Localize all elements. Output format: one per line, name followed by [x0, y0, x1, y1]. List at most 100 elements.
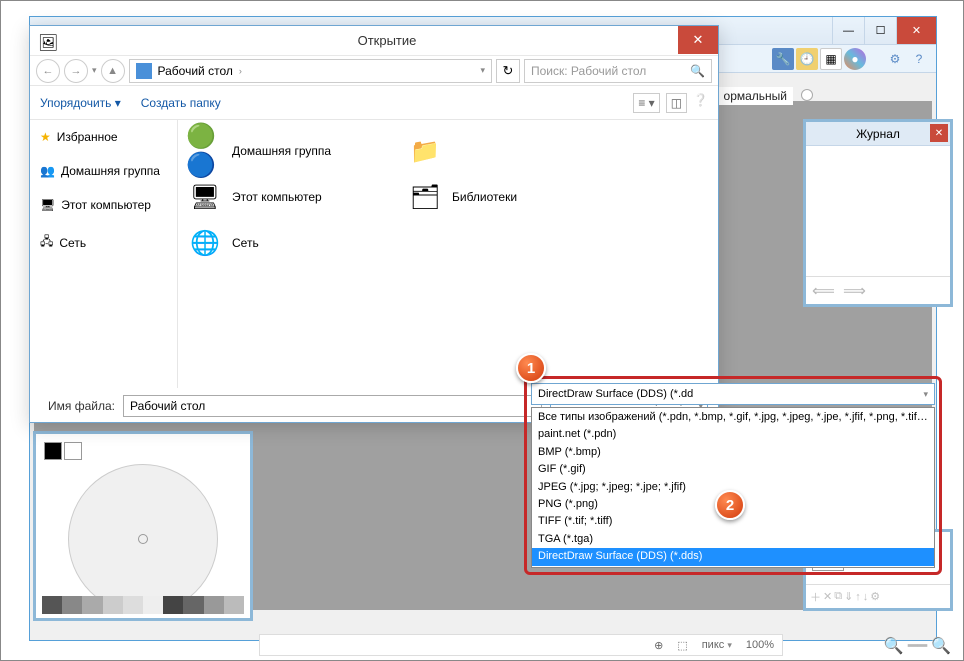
preview-pane-button[interactable]: ◫ [666, 93, 687, 113]
breadcrumb-chev[interactable]: › [239, 66, 242, 76]
history-close-button[interactable]: ✕ [930, 124, 948, 142]
dialog-titlebar: 🖼 Открытие ✕ [30, 26, 718, 56]
desktop-icon [136, 63, 152, 79]
duplicate-layer-icon[interactable]: ⧉ [834, 590, 842, 603]
dialog-body: ★Избранное 👥Домашняя группа 🖥Этот компью… [30, 120, 718, 388]
history-panel: Журнал ✕ ⟸ ⟹ [803, 119, 953, 307]
color-wheel[interactable] [68, 464, 218, 614]
palette-row[interactable] [42, 596, 244, 614]
dialog-title: Открытие [56, 33, 718, 48]
dialog-help-icon[interactable]: ❔ [693, 93, 708, 113]
settings-icon[interactable]: ⚙ [884, 48, 906, 70]
colors-icon[interactable]: ● [844, 48, 866, 70]
help-icon[interactable]: ? [908, 48, 930, 70]
item-libraries[interactable]: 🗂Библиотеки [406, 176, 606, 218]
filename-label: Имя файла: [48, 399, 115, 413]
item-computer[interactable]: 🖥Этот компьютер [186, 176, 386, 218]
maximize-button[interactable]: ☐ [864, 17, 896, 44]
blend-preview-icon [801, 89, 813, 101]
homegroup-big-icon: 🟢🔵 [186, 132, 224, 170]
item-network[interactable]: 🌐Сеть [186, 222, 386, 264]
open-file-dialog: 🖼 Открытие ✕ ← → ▾ ▲ Рабочий стол › ▾ ↻ … [29, 25, 719, 423]
zoom-slider-icon[interactable]: ━━ [908, 636, 927, 656]
sidebar-computer[interactable]: 🖥Этот компьютер [30, 194, 177, 216]
filetype-option[interactable]: GIF (*.gif) [532, 461, 934, 478]
computer-icon: 🖥 [40, 198, 55, 212]
color-primary-secondary [44, 442, 242, 460]
dialog-toolbar: Упорядочить ▾ Создать папку ≡ ▾ ◫ ❔ [30, 86, 718, 120]
delete-layer-icon[interactable]: ✕ [823, 590, 832, 603]
star-icon: ★ [40, 130, 51, 144]
network-big-icon: 🌐 [186, 224, 224, 262]
undo-icon[interactable]: ⟸ [812, 281, 835, 301]
dialog-sidebar: ★Избранное 👥Домашняя группа 🖥Этот компью… [30, 120, 178, 388]
filetype-option[interactable]: Все типы изображений (*.pdn, *.bmp, *.gi… [532, 409, 934, 426]
search-input[interactable]: Поиск: Рабочий стол 🔍 [524, 59, 712, 83]
dialog-nav-bar: ← → ▾ ▲ Рабочий стол › ▾ ↻ Поиск: Рабочи… [30, 56, 718, 86]
nav-up-button[interactable]: ▲ [101, 59, 125, 83]
history-body [806, 146, 950, 276]
tool-icon[interactable]: 🔧 [772, 48, 794, 70]
folder-view[interactable]: 🟢🔵Домашняя группа 📁 🖥Этот компьютер 🗂Биб… [178, 120, 718, 388]
layer-props-icon[interactable]: ⚙ [870, 590, 880, 603]
history-title-text: Журнал [856, 127, 900, 141]
color-panel [33, 431, 253, 621]
homegroup-icon: 👥 [40, 164, 55, 178]
filetype-option[interactable]: TGA (*.tga) [532, 531, 934, 548]
blend-mode-label: ормальный [718, 87, 793, 105]
redo-icon[interactable]: ⟹ [843, 281, 866, 301]
secondary-swatch[interactable] [64, 442, 82, 460]
sidebar-favorites[interactable]: ★Избранное [30, 126, 177, 148]
network-icon: 🖧 [40, 232, 53, 253]
zoom-level[interactable]: 100% [746, 639, 774, 651]
minimize-button[interactable]: — [832, 17, 864, 44]
item-homegroup[interactable]: 🟢🔵Домашняя группа [186, 130, 386, 172]
nav-back-button[interactable]: ← [36, 59, 60, 83]
layers-icon[interactable]: ▦ [820, 48, 842, 70]
movedown-layer-icon[interactable]: ↓ [863, 591, 869, 603]
organize-button[interactable]: Упорядочить ▾ [40, 96, 121, 110]
unit-label[interactable]: пикс ▾ [702, 639, 732, 651]
view-mode-button[interactable]: ≡ ▾ [633, 93, 659, 113]
sidebar-network[interactable]: 🖧Сеть [30, 228, 177, 257]
add-layer-icon[interactable]: ＋ [810, 589, 821, 605]
history-nav: ⟸ ⟹ [806, 276, 950, 304]
libraries-big-icon: 🗂 [406, 178, 444, 216]
history-icon[interactable]: 🕘 [796, 48, 818, 70]
item-user-folder[interactable]: 📁 [406, 130, 606, 172]
zoom-out-icon[interactable]: 🔍 [884, 636, 904, 656]
filename-input[interactable] [123, 395, 542, 417]
breadcrumb[interactable]: Рабочий стол › ▾ [129, 59, 492, 83]
history-panel-title: Журнал ✕ [806, 122, 950, 146]
dialog-close-button[interactable]: ✕ [678, 26, 718, 54]
merge-layer-icon[interactable]: ⇓ [844, 590, 853, 603]
canvas-size-icon: ⬚ [677, 639, 687, 652]
filetype-dropdown-open[interactable]: DirectDraw Surface (DDS) (*.dd▾ [531, 383, 935, 405]
userfolder-big-icon: 📁 [406, 132, 444, 170]
nav-forward-button[interactable]: → [64, 59, 88, 83]
breadcrumb-location: Рабочий стол [158, 64, 233, 78]
search-placeholder: Поиск: Рабочий стол [531, 64, 646, 78]
layers-toolbar: ＋ ✕ ⧉ ⇓ ↑ ↓ ⚙ [806, 584, 950, 608]
status-bar: ⊕ ⬚ пикс ▾ 100% [259, 634, 783, 656]
search-icon: 🔍 [690, 64, 705, 78]
new-folder-button[interactable]: Создать папку [141, 96, 221, 110]
callout-badge-2: 2 [715, 490, 745, 520]
sidebar-homegroup[interactable]: 👥Домашняя группа [30, 160, 177, 182]
refresh-button[interactable]: ↻ [496, 59, 520, 83]
dialog-app-icon: 🖼 [38, 33, 56, 49]
nav-history-dropdown[interactable]: ▾ [92, 65, 97, 76]
filetype-highlight-overlay: DirectDraw Surface (DDS) (*.dd▾ Все типы… [524, 376, 942, 575]
callout-badge-1: 1 [516, 353, 546, 383]
breadcrumb-dropdown[interactable]: ▾ [480, 65, 485, 76]
cursor-pos-icon: ⊕ [654, 639, 663, 652]
zoom-in-icon[interactable]: 🔍 [931, 636, 951, 656]
primary-swatch[interactable] [44, 442, 62, 460]
computer-big-icon: 🖥 [186, 178, 224, 216]
filetype-option-list[interactable]: Все типы изображений (*.pdn, *.bmp, *.gi… [531, 407, 935, 568]
moveup-layer-icon[interactable]: ↑ [855, 591, 861, 603]
filetype-option[interactable]: paint.net (*.pdn) [532, 426, 934, 443]
filetype-option[interactable]: DirectDraw Surface (DDS) (*.dds) [532, 548, 934, 565]
app-close-button[interactable]: ✕ [896, 17, 936, 44]
filetype-option[interactable]: BMP (*.bmp) [532, 444, 934, 461]
